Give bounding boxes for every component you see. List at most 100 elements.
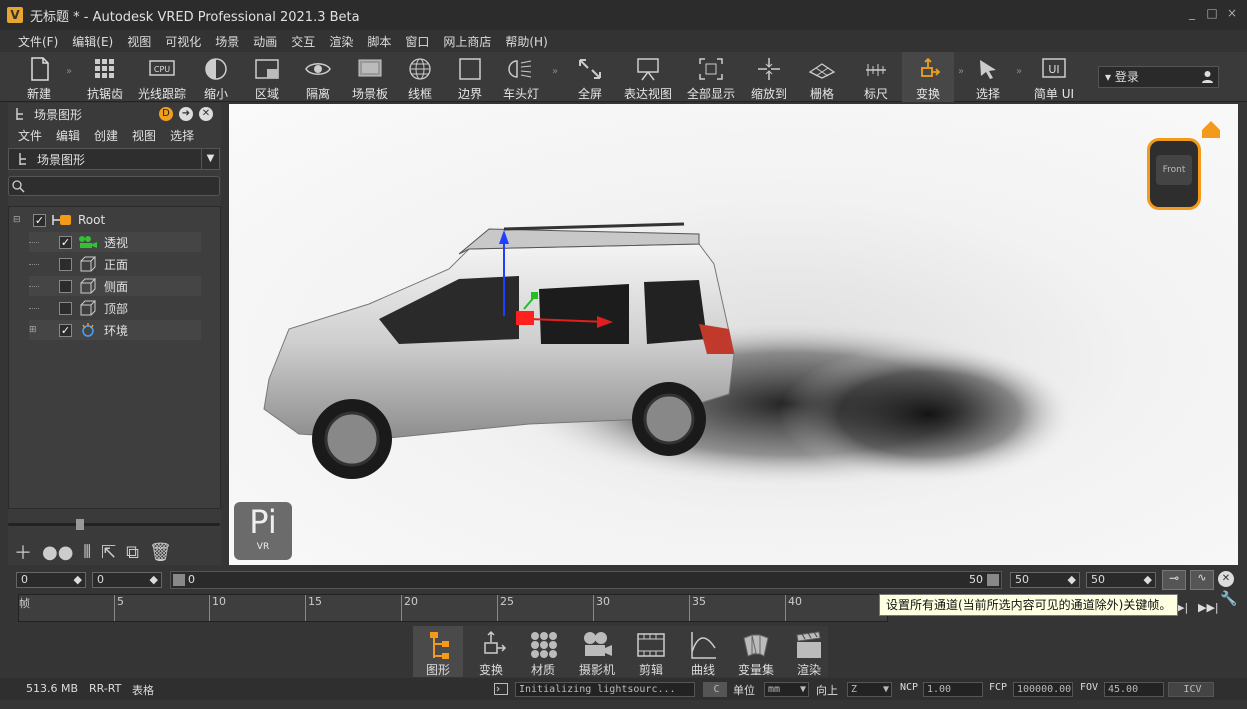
antialias-button[interactable]: 抗锯齿 [80,52,130,102]
scene-board-button[interactable]: 场景板 [346,52,394,102]
timeline-ruler[interactable]: 帧 5 10 15 20 25 30 35 40 [18,594,888,622]
graph-selector[interactable]: 场景图形 ▼ [8,148,220,170]
menu-window[interactable]: 窗口 [405,33,429,50]
select-button[interactable]: 选择 [968,52,1008,102]
collapse-icon[interactable]: ⊟ [13,215,25,225]
checkbox-front[interactable] [59,257,72,271]
wireframe-button[interactable]: 线框 [400,52,440,102]
delete-icon[interactable]: 🗑 [149,542,172,563]
align-icon[interactable]: ⫴ [83,542,91,563]
scenegraph-search[interactable] [8,176,220,196]
spin-icon[interactable]: ◆ [74,573,82,587]
maximize-button[interactable]: □ [1205,6,1219,20]
simple-ui-button[interactable]: UI 简单 UI [1028,52,1080,102]
close-button[interactable]: × [1225,6,1239,20]
sg-menu-view[interactable]: 视图 [132,127,156,144]
shrink-button[interactable]: 缩小 [196,52,236,102]
spin-icon[interactable]: ◆ [1068,573,1076,587]
tree-row-perspective[interactable]: ✓ 透视 [29,232,201,252]
terminal-icon[interactable] [494,683,508,695]
tab-render[interactable]: 渲染 [787,626,831,677]
minimize-button[interactable]: _ [1185,6,1199,20]
add-node-icon[interactable]: ＋ [14,539,32,565]
transform-button[interactable]: 变换 [902,52,954,102]
docked-icon[interactable]: D [159,107,173,121]
tab-camera[interactable]: 摄影机 [573,626,621,677]
key-icon[interactable]: ⊸ [1162,570,1186,590]
menu-animation[interactable]: 动画 [253,33,277,50]
ncp-field[interactable]: 1.00 [923,682,983,697]
table-label[interactable]: 表格 [132,682,154,698]
region-button[interactable]: 区域 [246,52,288,102]
sg-menu-create[interactable]: 创建 [94,127,118,144]
expand-icon[interactable]: ⊞ [29,325,39,335]
tree-row-top[interactable]: 顶部 [29,298,201,318]
fullscreen-button[interactable]: 全屏 [570,52,610,102]
move-node-icon[interactable]: ⇱ [101,542,116,563]
sg-menu-edit[interactable]: 编辑 [56,127,80,144]
frame-range-slider[interactable]: 0 50 [170,571,1002,589]
close-panel-icon[interactable]: ✕ [199,107,213,121]
menu-help[interactable]: 帮助(H) [505,33,547,50]
isolate-button[interactable]: 隔离 [297,52,339,102]
headlight-button[interactable]: 车头灯 [498,52,544,102]
spin-icon[interactable]: ◆ [1144,573,1152,587]
range-start-handle[interactable] [173,574,185,586]
menu-scene[interactable]: 场景 [215,33,239,50]
menu-view[interactable]: 视图 [127,33,151,50]
sg-menu-select[interactable]: 选择 [170,127,194,144]
copy-node-icon[interactable]: ⧉ [126,542,139,563]
end-frame-field[interactable]: 50 ◆ [1010,572,1080,588]
fcp-field[interactable]: 100000.00 [1013,682,1073,697]
tab-clips[interactable]: 剪辑 [629,626,673,677]
checkbox-environment[interactable]: ✓ [59,323,72,337]
up-axis-select[interactable]: Z ▼ [847,682,892,697]
menu-interaction[interactable]: 交互 [291,33,315,50]
tree-row-side[interactable]: 侧面 [29,276,201,296]
tree-zoom-slider[interactable] [8,519,220,530]
chevron-down-icon[interactable]: ▼ [201,149,219,169]
render-viewport[interactable]: Front Pi VR [229,104,1238,565]
tree-row-environment[interactable]: ⊞ ✓ 环境 [29,320,201,340]
tab-transform[interactable]: 变换 [469,626,513,677]
home-icon[interactable] [1199,118,1223,140]
forward-icon[interactable]: ➜ [179,107,193,121]
menu-script[interactable]: 脚本 [367,33,391,50]
slider-handle[interactable] [76,519,84,530]
time-field-1[interactable]: 0 ◆ [16,572,86,588]
tab-curves[interactable]: 曲线 [681,626,725,677]
checkbox-root[interactable]: ✓ [33,213,46,227]
checkbox-perspective[interactable]: ✓ [59,235,72,249]
time-field-2[interactable]: 0 ◆ [92,572,162,588]
unit-select[interactable]: mm ▼ [764,682,809,697]
login-field[interactable]: ▾ 登录 [1098,66,1219,88]
menu-render[interactable]: 渲染 [329,33,353,50]
last-frame-icon[interactable]: ▶▶| [1198,601,1219,614]
checkbox-top[interactable] [59,301,72,315]
range-end-handle[interactable] [987,574,999,586]
grid-button[interactable]: 栅格 [802,52,842,102]
close-timeline-icon[interactable]: ✕ [1218,571,1234,587]
view-cube[interactable]: Front [1147,138,1201,210]
show-all-button[interactable]: 全部显示 [684,52,738,102]
menu-file[interactable]: 文件(F) [18,33,58,50]
zoom-to-button[interactable]: 缩放到 [746,52,792,102]
boundary-button[interactable]: 边界 [450,52,490,102]
menu-visualization[interactable]: 可视化 [165,33,201,50]
tab-graph[interactable]: 图形 [413,626,463,677]
tree-row-front[interactable]: 正面 [29,254,201,274]
group-icon[interactable]: ●● [42,542,73,563]
search-input[interactable] [27,178,215,194]
fps-field[interactable]: 50 ◆ [1086,572,1156,588]
curve-icon[interactable]: ∿ [1190,570,1214,590]
tab-variant-sets[interactable]: 变量集 [731,626,781,677]
tab-materials[interactable]: 材质 [521,626,565,677]
wrench-icon[interactable]: 🔧 [1220,591,1237,607]
sg-menu-file[interactable]: 文件 [18,127,42,144]
menu-store[interactable]: 网上商店 [443,33,491,50]
spin-icon[interactable]: ◆ [150,573,158,587]
raytrace-button[interactable]: CPU 光线跟踪 [134,52,190,102]
new-button[interactable]: 新建 [16,52,62,102]
console-button[interactable]: C [703,682,727,697]
tree-row-root[interactable]: ⊟ ✓ Root [13,210,213,230]
